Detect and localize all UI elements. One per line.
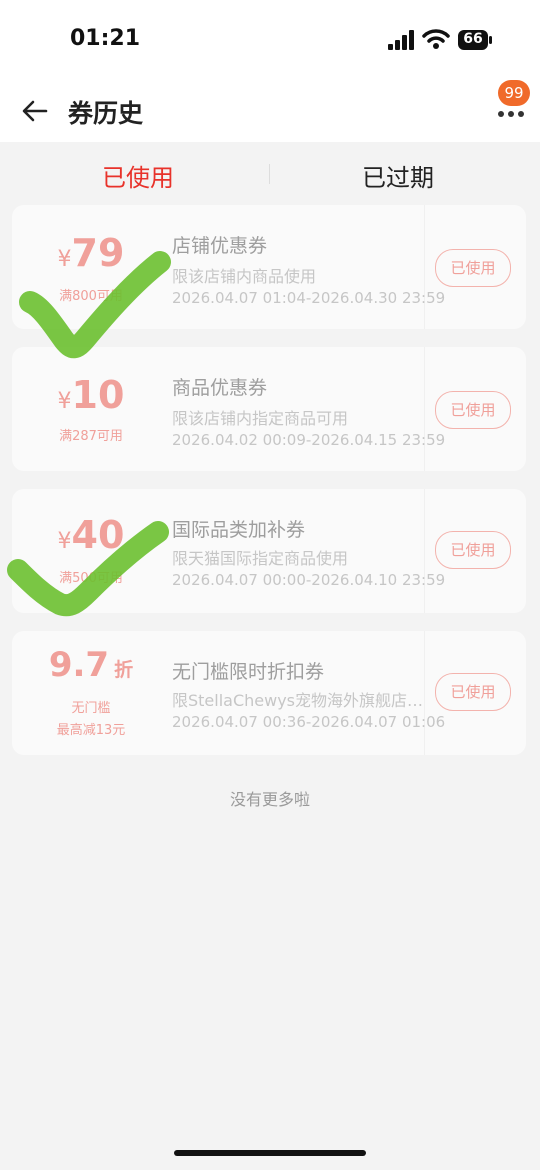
nav-header: 券历史 99 bbox=[0, 80, 540, 142]
wifi-icon bbox=[422, 29, 450, 49]
coupon-title: 店铺优惠券 bbox=[172, 235, 268, 257]
tab-used[interactable]: 已使用 bbox=[102, 158, 174, 193]
used-status-button[interactable]: 已使用 bbox=[435, 531, 511, 569]
page-title: 券历史 bbox=[68, 99, 144, 128]
coupon-period: 2026.04.07 00:36-2026.04.07 01:06 bbox=[172, 713, 446, 731]
battery-icon: 66 bbox=[458, 30, 492, 50]
coupon-period: 2026.04.07 01:04-2026.04.30 23:59 bbox=[172, 289, 446, 307]
coupon-title: 国际品类加补券 bbox=[172, 519, 306, 541]
currency-symbol: ¥ bbox=[57, 389, 72, 414]
back-arrow-icon[interactable] bbox=[20, 96, 50, 126]
coupon-card[interactable]: ¥10 满287可用 商品优惠券 限该店铺内指定商品可用 2026.04.02 … bbox=[12, 347, 526, 471]
discount-value: 9.7 bbox=[48, 645, 110, 685]
used-status-button[interactable]: 已使用 bbox=[435, 391, 511, 429]
coupon-max-discount: 最高减13元 bbox=[56, 723, 126, 738]
home-indicator[interactable] bbox=[174, 1150, 366, 1156]
coupon-description: 限该店铺内商品使用 bbox=[172, 267, 317, 286]
coupon-period: 2026.04.07 00:00-2026.04.10 23:59 bbox=[172, 571, 446, 589]
status-bar: 01:21 66 bbox=[0, 0, 540, 80]
coupon-period: 2026.04.02 00:09-2026.04.15 23:59 bbox=[172, 431, 446, 449]
amount-value: 10 bbox=[71, 373, 125, 417]
checkmark-icon bbox=[19, 251, 171, 359]
tab-expired[interactable]: 已过期 bbox=[362, 158, 434, 193]
no-more-text: 没有更多啦 bbox=[229, 790, 310, 809]
coupon-amount: ¥10 bbox=[12, 373, 170, 417]
coupon-description: 限StellaChewys宠物海外旗舰店… bbox=[172, 691, 424, 710]
coupon-title: 商品优惠券 bbox=[172, 377, 268, 399]
discount-unit: 折 bbox=[114, 659, 134, 681]
tab-divider bbox=[269, 164, 270, 184]
coupon-condition: 无门槛 bbox=[71, 701, 111, 716]
coupon-card[interactable]: 9.7 折 无门槛 最高减13元 无门槛限时折扣券 限StellaChewys宠… bbox=[12, 631, 526, 755]
coupon-description: 限天猫国际指定商品使用 bbox=[172, 549, 349, 568]
coupon-discount: 9.7 折 bbox=[12, 645, 170, 685]
coupon-description: 限该店铺内指定商品可用 bbox=[172, 409, 349, 428]
battery-level: 66 bbox=[463, 31, 483, 47]
checkmark-icon bbox=[7, 521, 169, 617]
cellular-signal-icon bbox=[388, 30, 414, 50]
notification-badge: 99 bbox=[498, 80, 530, 106]
coupon-title: 无门槛限时折扣券 bbox=[172, 661, 325, 683]
used-status-button[interactable]: 已使用 bbox=[435, 249, 511, 287]
tab-bar: 已使用 已过期 bbox=[0, 142, 540, 202]
coupon-condition: 满287可用 bbox=[59, 429, 123, 444]
used-status-button[interactable]: 已使用 bbox=[435, 673, 511, 711]
status-time: 01:21 bbox=[70, 26, 141, 51]
